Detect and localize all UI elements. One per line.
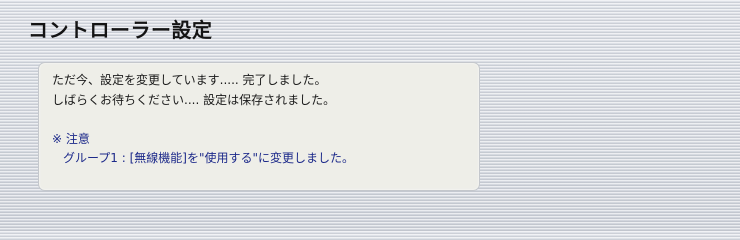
note-heading: ※ 注意 <box>52 131 90 146</box>
page-title: コントローラー設定 <box>28 18 213 42</box>
status-line-applying: ただ今、設定を変更しています..... 完了しました。 <box>52 73 327 87</box>
status-line-saved: しばらくお待ちください.... 設定は保存されました。 <box>52 92 336 107</box>
status-message-box: ただ今、設定を変更しています..... 完了しました。 しばらくお待ちください.… <box>38 62 480 191</box>
note-detail: グループ1 : [無線機能]を"使用する"に変更しました。 <box>63 151 354 165</box>
